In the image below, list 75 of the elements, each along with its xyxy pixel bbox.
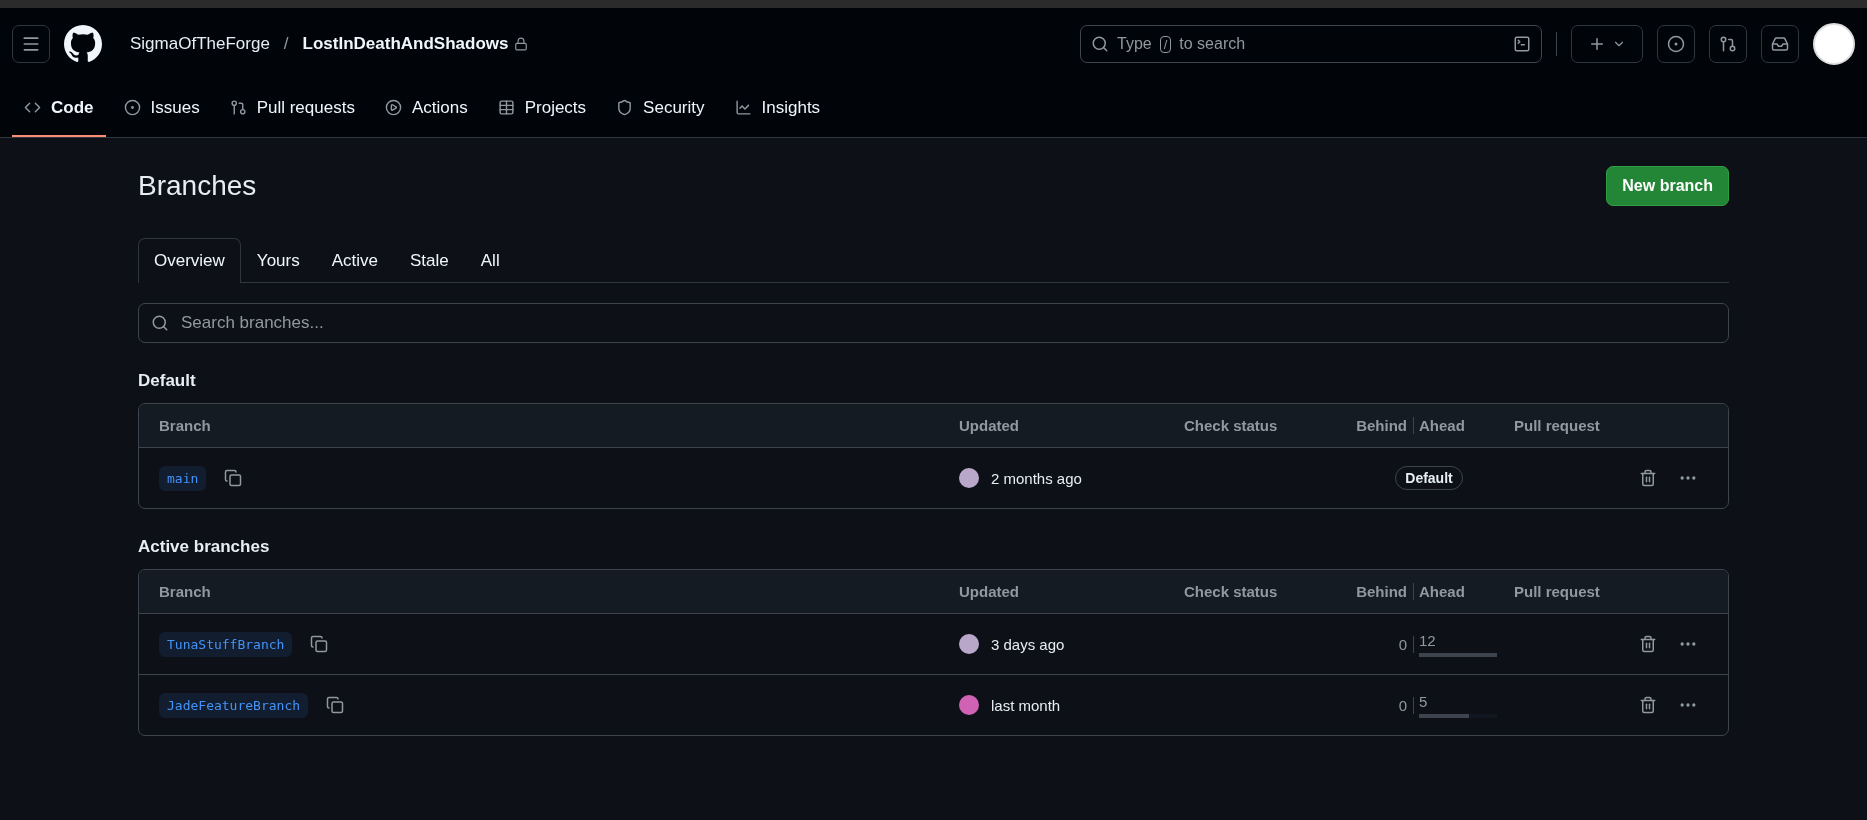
column-header: Ahead (1418, 417, 1466, 434)
branch-filter-tab[interactable]: All (464, 238, 516, 283)
pull-request-icon (1719, 35, 1737, 53)
branch-filter-tab[interactable]: Stale (394, 238, 465, 283)
user-avatar[interactable] (1813, 23, 1855, 65)
inbox-button[interactable] (1761, 25, 1799, 63)
updated-time: 2 months ago (991, 469, 1082, 487)
page-title: Branches (138, 170, 257, 202)
column-header: Pull request (1514, 417, 1600, 434)
graph-icon (734, 99, 752, 116)
delete-icon[interactable] (1639, 635, 1657, 653)
search-icon (151, 314, 169, 332)
branch-name-link[interactable]: TunaStuffBranch (159, 631, 293, 657)
column-header: Behind (1356, 417, 1414, 434)
column-header: Ahead (1418, 583, 1466, 600)
branch-name-link[interactable]: JadeFeatureBranch (159, 692, 309, 718)
search-placeholder: to search (1179, 35, 1246, 53)
column-header: Branch (159, 583, 211, 600)
column-header: Check status (1184, 583, 1278, 600)
search-branches-field[interactable]: Search branches... (138, 303, 1729, 343)
pull-request-icon (229, 99, 247, 116)
octocat-logo-icon[interactable] (64, 25, 102, 63)
section-title: Default (138, 371, 197, 391)
repo-nav-tab[interactable]: Actions (372, 80, 480, 137)
column-header: Pull request (1514, 583, 1600, 600)
pull-requests-button[interactable] (1709, 25, 1747, 63)
shield-icon (616, 99, 634, 116)
search-field[interactable]: Type / to search (1080, 25, 1542, 63)
search-branches-input[interactable]: Search branches... (179, 312, 1716, 334)
slash-key: / (1159, 35, 1172, 53)
branch-filter-tab[interactable]: Yours (240, 238, 316, 283)
updated-time: last month (991, 696, 1061, 714)
column-header: Updated (959, 417, 1019, 434)
copy-icon[interactable] (224, 469, 243, 487)
issue-icon (1667, 35, 1685, 53)
create-new-button[interactable] (1571, 25, 1643, 63)
behind-count: 0 (1398, 696, 1414, 714)
ahead-count: 12 (1419, 631, 1437, 649)
repo-nav-tab[interactable]: Projects (485, 80, 599, 137)
menu-icon (21, 34, 41, 54)
issue-icon (123, 99, 141, 116)
branch-name-link[interactable]: main (159, 465, 207, 491)
branch-filter-tab[interactable]: Overview (138, 238, 241, 283)
table-icon (497, 99, 515, 116)
delete-icon[interactable] (1639, 469, 1657, 487)
repo-link[interactable]: LostInDeathAndShadows (302, 34, 509, 54)
delete-icon[interactable] (1639, 696, 1657, 714)
breadcrumb-separator: / (283, 34, 289, 54)
copy-icon[interactable] (310, 635, 329, 653)
ahead-count: 5 (1419, 692, 1429, 710)
repo-nav-tab[interactable]: Code (12, 80, 106, 137)
inbox-icon (1771, 35, 1789, 53)
repo-nav-tab[interactable]: Security (604, 80, 717, 137)
menu-button[interactable] (12, 25, 50, 63)
new-branch-button[interactable]: New branch (1606, 166, 1729, 206)
search-placeholder: Type (1117, 35, 1152, 53)
owner-link[interactable]: SigmaOfTheForge (130, 34, 270, 54)
behind-count: 0 (1398, 635, 1414, 653)
copy-icon[interactable] (326, 696, 345, 714)
repo-nav-tab[interactable]: Issues (111, 80, 212, 137)
repo-nav-tab[interactable]: Insights (722, 80, 833, 137)
branch-filter-tab[interactable]: Active (315, 238, 394, 283)
column-header: Check status (1184, 417, 1278, 434)
lock-icon (514, 37, 529, 51)
updated-time: 3 days ago (991, 635, 1065, 653)
column-header: Behind (1356, 583, 1414, 600)
plus-icon (1588, 35, 1606, 53)
column-header: Branch (159, 417, 211, 434)
terminal-icon[interactable] (1513, 35, 1531, 53)
play-icon (384, 99, 402, 116)
repo-nav-tab[interactable]: Pull requests (217, 80, 367, 137)
column-header: Updated (959, 583, 1019, 600)
section-title: Active branches (138, 537, 271, 557)
search-icon (1091, 35, 1109, 53)
issues-button[interactable] (1657, 25, 1695, 63)
